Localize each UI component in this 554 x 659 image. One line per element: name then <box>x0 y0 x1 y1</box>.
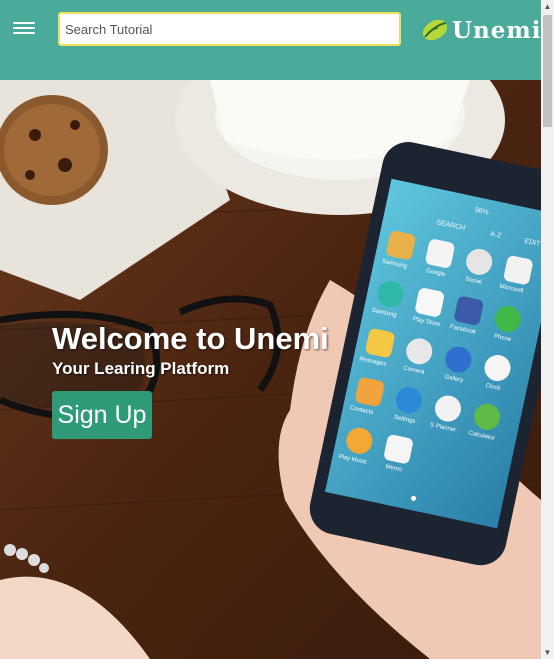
scroll-up-arrow-icon[interactable]: ▲ <box>541 0 554 13</box>
scroll-thumb[interactable] <box>543 15 552 127</box>
site-logo[interactable]: Unemi <box>420 14 542 46</box>
search-input[interactable] <box>58 12 401 46</box>
vertical-scrollbar[interactable]: ▲ ▼ <box>541 0 554 659</box>
logo-text: Unemi <box>452 16 542 44</box>
hero-subtitle: Your Learing Platform <box>52 359 230 378</box>
hero-banner: 96% SEARCH A-Z EDIT Samsung Google Socia… <box>0 80 541 659</box>
sign-up-button[interactable]: Sign Up <box>52 391 152 439</box>
top-header: Unemi <box>0 0 541 80</box>
hamburger-menu-icon[interactable] <box>13 19 35 39</box>
hero-title: Welcome to Unemi <box>52 321 329 356</box>
scroll-down-arrow-icon[interactable]: ▼ <box>541 646 554 659</box>
logo-leaf-icon <box>422 19 448 41</box>
